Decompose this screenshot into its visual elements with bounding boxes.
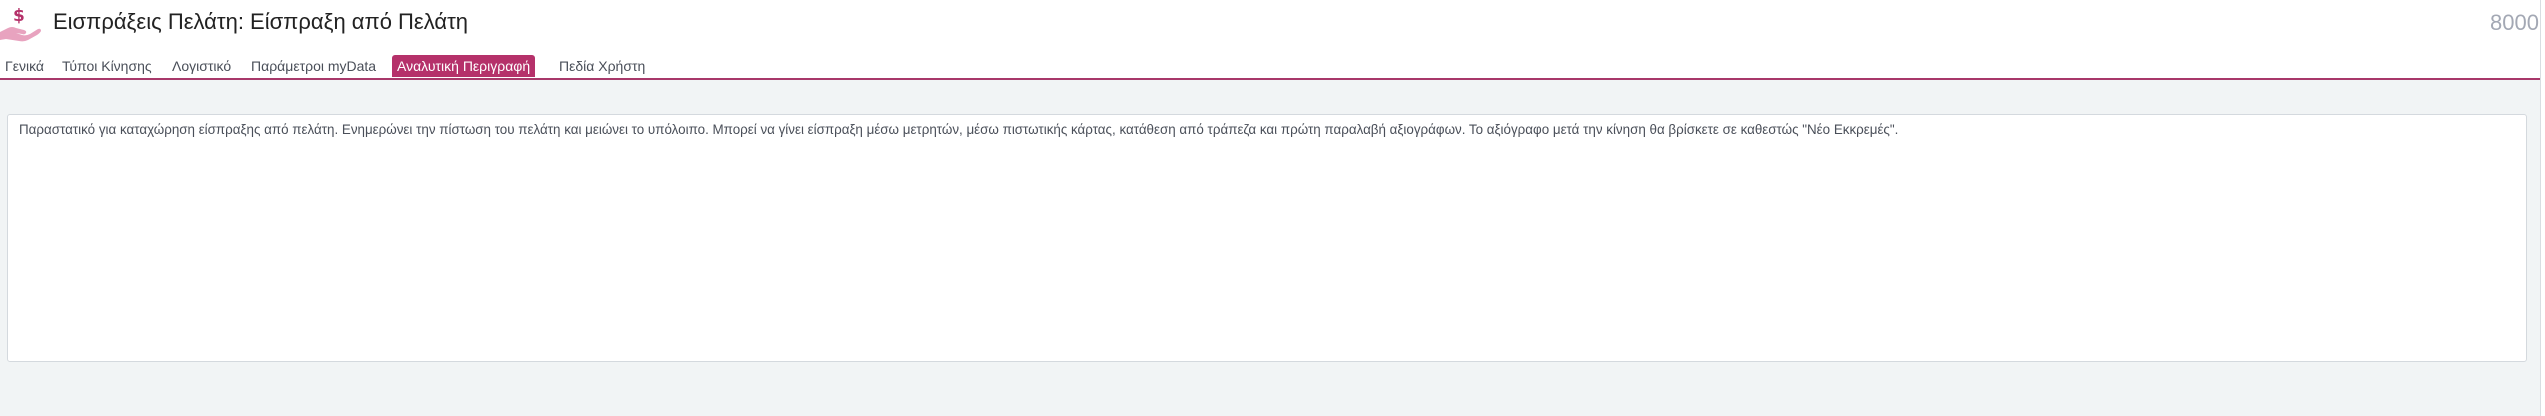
tab-general[interactable]: Γενικά xyxy=(2,55,47,77)
description-text: Παραστατικό για καταχώρηση είσπραξης από… xyxy=(19,122,1899,137)
svg-text:$: $ xyxy=(13,6,25,26)
content-area: Παραστατικό για καταχώρηση είσπραξης από… xyxy=(0,80,2540,416)
tab-bar: Γενικά Τύποι Κίνησης Λογιστικό Παράμετρο… xyxy=(0,54,2540,80)
tab-mydata-parameters[interactable]: Παράμετροι myData xyxy=(248,55,379,77)
record-code: 8000 xyxy=(2490,10,2539,35)
tab-detailed-description[interactable]: Αναλυτική Περιγραφή xyxy=(392,55,536,77)
tab-user-fields[interactable]: Πεδία Χρήστη xyxy=(556,55,648,77)
tab-movement-types[interactable]: Τύποι Κίνησης xyxy=(59,55,155,77)
right-edge-divider xyxy=(2540,0,2545,416)
hand-money-icon: $ xyxy=(0,6,41,42)
tab-accounting[interactable]: Λογιστικό xyxy=(169,55,234,77)
page-title: Εισπράξεις Πελάτη: Είσπραξη από Πελάτη xyxy=(53,9,469,34)
header: $ Εισπράξεις Πελάτη: Είσπραξη από Πελάτη… xyxy=(0,0,2545,52)
description-textarea[interactable]: Παραστατικό για καταχώρηση είσπραξης από… xyxy=(7,114,2527,362)
